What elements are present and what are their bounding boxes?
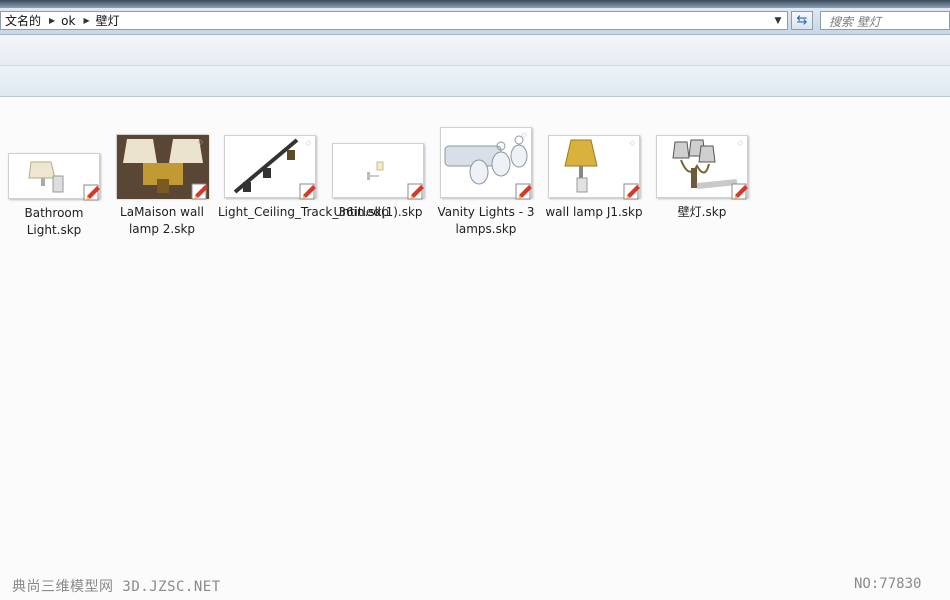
file-name: Bathroom Light.skp — [24, 206, 84, 237]
pin-icon: ◇ — [305, 139, 311, 147]
sketchup-file-icon — [299, 183, 316, 200]
file-name: LaMaison wall lamp 2.skp — [120, 205, 204, 236]
file-item[interactable]: ◇ Light_Ceiling_Track_36in.skp — [218, 135, 390, 221]
breadcrumb-item-root[interactable]: 文名的 — [1, 12, 47, 29]
pin-icon: ◇ — [521, 131, 527, 139]
wall-sconce-thumbnail — [8, 153, 100, 201]
pin-icon: ◇ — [629, 139, 635, 147]
gold-wall-lamp-thumbnail: ◇ — [548, 135, 640, 200]
sketchup-file-icon — [191, 183, 208, 200]
file-name: wall lamp J1.skp — [545, 205, 643, 219]
sketchup-file-icon — [623, 183, 640, 200]
sketchup-file-icon — [731, 183, 748, 200]
chevron-right-icon[interactable]: ▶ — [47, 16, 57, 25]
breadcrumb[interactable]: 文名的 ▶ ok ▶ 壁灯 ▼ — [0, 11, 788, 30]
chevron-right-icon[interactable]: ▶ — [81, 16, 91, 25]
chevron-down-icon[interactable]: ▼ — [769, 12, 787, 29]
file-item[interactable]: ◇ wall lamp J1.skp — [542, 135, 646, 221]
refresh-button[interactable]: ⇆ — [791, 11, 813, 30]
file-name: Vanity Lights - 3 lamps.skp — [437, 205, 535, 236]
column-header-bar — [0, 66, 950, 97]
track-light-thumbnail: ◇ — [224, 135, 316, 200]
file-item[interactable]: ◇ Vanity Lights - 3 lamps.skp — [434, 127, 538, 238]
watermark-number: NO:77830 — [854, 576, 922, 592]
file-list-pane: Bathroom Light.skp ◇ LaMaison wall lamp … — [0, 97, 950, 600]
file-item[interactable]: Bathroom Light.skp — [2, 153, 106, 239]
refresh-icon: ⇆ — [796, 13, 808, 28]
sketchup-file-icon — [83, 184, 100, 201]
sketchup-file-icon — [515, 183, 532, 200]
file-name: Light_Ceiling_Track_36in.skp — [218, 205, 390, 219]
sketchup-file-icon — [407, 183, 424, 200]
file-item[interactable]: ◇ LaMaison wall lamp 2.skp — [110, 134, 214, 238]
pin-icon: ◇ — [737, 139, 743, 147]
vanity-lights-thumbnail: ◇ — [440, 127, 532, 200]
search-input[interactable]: 搜索 壁灯 — [820, 11, 950, 30]
chandelier-sconce-thumbnail: ◇ — [656, 135, 748, 200]
breadcrumb-item-ok[interactable]: ok — [57, 14, 81, 28]
double-wall-lamp-thumbnail: ◇ — [116, 134, 209, 200]
file-item[interactable]: Untitled(1).skp — [326, 143, 430, 221]
address-bar: 文名的 ▶ ok ▶ 壁灯 ▼ ⇆ 搜索 壁灯 — [0, 8, 950, 35]
file-name: 壁灯.skp — [677, 205, 727, 219]
watermark-site: 典尚三维模型网 3D.JZSC.NET — [12, 579, 221, 595]
file-item[interactable]: ◇ 壁灯.skp — [650, 135, 754, 221]
breadcrumb-item-current[interactable]: 壁灯 — [92, 12, 126, 29]
window-top-strip — [0, 0, 950, 8]
file-name: Untitled(1).skp — [333, 205, 423, 219]
pin-icon: ◇ — [197, 138, 203, 146]
toolbar — [0, 35, 950, 66]
small-sconce-thumbnail — [332, 143, 424, 200]
